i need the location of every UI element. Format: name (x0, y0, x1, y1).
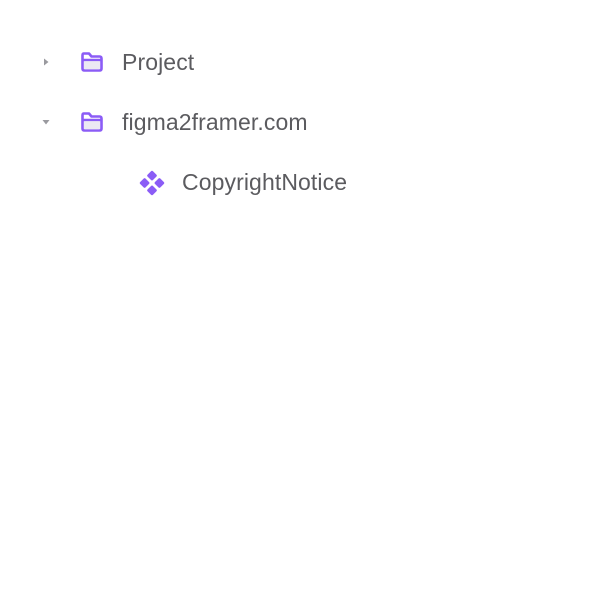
component-icon (139, 170, 165, 196)
folder-icon (79, 50, 105, 74)
tree-item-project[interactable]: Project (0, 32, 614, 92)
caret-down-icon[interactable] (36, 112, 56, 132)
folder-icon (79, 110, 105, 134)
layer-tree: Project figma2framer.com CopyrightNotice (0, 0, 614, 604)
tree-item-label: figma2framer.com (122, 109, 308, 135)
tree-item-label: Project (122, 49, 195, 75)
tree-item-figma2framer[interactable]: figma2framer.com (0, 92, 614, 152)
caret-right-icon[interactable] (36, 52, 56, 72)
tree-item-label: CopyrightNotice (182, 169, 348, 195)
tree-item-copyright-notice[interactable]: CopyrightNotice (0, 152, 614, 212)
